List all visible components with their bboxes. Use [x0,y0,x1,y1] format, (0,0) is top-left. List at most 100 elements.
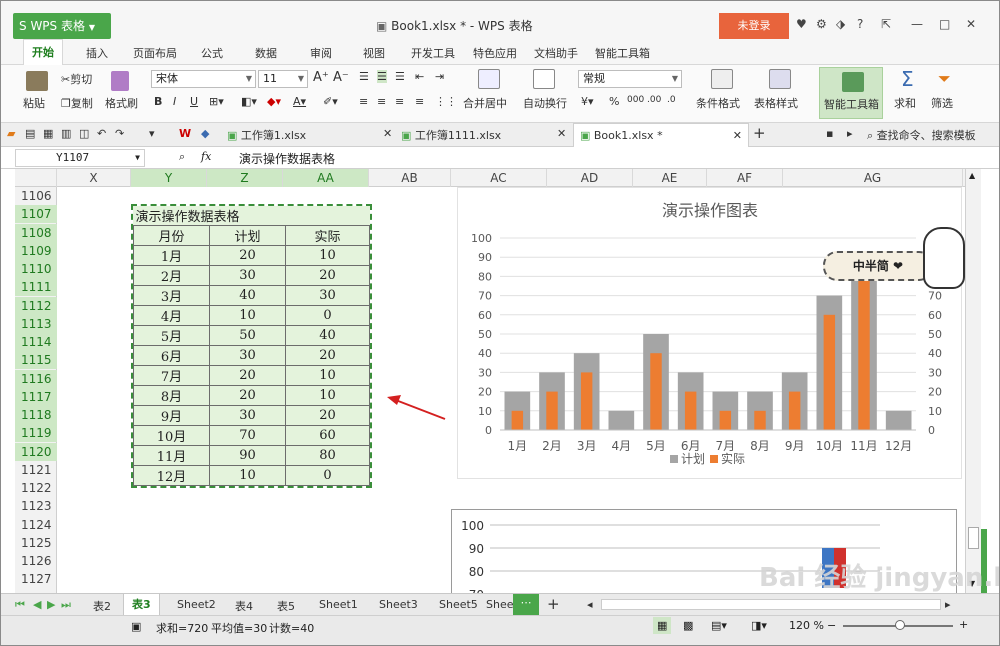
tab-review[interactable]: 审阅 [310,45,332,61]
col-header-X[interactable]: X [57,169,131,187]
thousands-icon[interactable]: 000 [627,95,644,105]
zoom-level[interactable]: 120 % [789,619,824,632]
hscroll-right-icon[interactable]: ▸ [945,598,951,611]
fill-bucket-icon[interactable]: ◆▾ [267,95,281,108]
zoom-slider[interactable] [843,620,953,630]
paste-button[interactable]: 粘贴 [23,95,45,111]
table-cell[interactable]: 20 [209,365,286,386]
table-title[interactable]: 演示操作数据表格 [133,206,370,226]
table-cell[interactable]: 4月 [133,305,210,326]
normal-view-icon[interactable]: ▦ [653,617,672,634]
cloud-icon[interactable]: ◆ [201,127,209,140]
table-cell[interactable]: 0 [285,465,370,486]
decrease-font-icon[interactable]: A⁻ [333,70,349,85]
sheet-tab-sheet2[interactable]: Sheet2 [177,598,216,611]
spreadsheet-grid[interactable]: X Y Z AA AB AC AD AE AF AG 1106 1107 1108 1… [1,169,999,609]
align-left-icon[interactable]: ≡ [359,95,368,108]
header-cell-month[interactable]: 月份 [133,225,210,246]
table-cell[interactable]: 50 [209,325,286,346]
wrap-text-button[interactable]: 自动换行 [523,95,567,111]
increase-font-icon[interactable]: A⁺ [313,70,329,85]
underline-button[interactable]: U [190,95,198,108]
col-header-AG[interactable]: AG [783,169,963,187]
row-header[interactable]: 1113 [15,314,57,333]
select-all-corner[interactable] [15,169,57,187]
row-header[interactable]: 1109 [15,241,57,260]
folder-icon[interactable]: ▰ [7,127,15,140]
print-icon[interactable]: ▥ [61,127,71,140]
table-cell[interactable]: 5月 [133,325,210,346]
percent-button[interactable]: % [609,95,619,108]
doc-tab-workbook1111[interactable]: ▣ 工作簿1111.xlsx [401,127,501,143]
sheet-nav-next-icon[interactable]: ▶ [47,598,55,611]
scroll-up-icon[interactable]: ▲ [969,171,975,180]
table-cell[interactable]: 10 [285,365,370,386]
table-cell[interactable]: 0 [285,305,370,326]
table-cell[interactable]: 3月 [133,285,210,306]
format-painter-button[interactable]: 格式刷 [105,95,138,111]
font-size-select[interactable]: 11 ▼ [258,70,308,88]
table-cell[interactable]: 10 [285,385,370,406]
tab-data[interactable]: 数据 [255,45,277,61]
page-break-view-icon[interactable]: ▩ [683,619,693,632]
sheet-tab-biao5[interactable]: 表5 [277,598,295,614]
tab-page-layout[interactable]: 页面布局 [133,45,177,61]
help-icon[interactable]: ? [857,17,863,31]
table-cell[interactable]: 40 [285,325,370,346]
zoom-in-icon[interactable]: + [959,618,968,631]
sheet-tab-sheet1[interactable]: Sheet1 [319,598,358,611]
row-header[interactable]: 1107 [15,205,57,224]
remove-decimal-icon[interactable]: .0 [667,95,676,105]
indent-decrease-icon[interactable]: ⇤ [415,70,424,83]
table-cell[interactable]: 20 [285,345,370,366]
table-cell[interactable]: 7月 [133,365,210,386]
font-select[interactable]: 宋体 ▼ [151,70,256,88]
hscroll-left-icon[interactable]: ◂ [587,598,593,611]
table-cell[interactable]: 30 [209,405,286,426]
window-mode-icon[interactable]: ⇱ [881,17,891,31]
table-cell[interactable]: 8月 [133,385,210,406]
font-color-icon[interactable]: A▾ [293,95,306,108]
row-header[interactable]: 1127 [15,570,57,588]
table-cell[interactable]: 20 [285,405,370,426]
brush-icon[interactable] [111,71,129,91]
name-box[interactable]: Y1107 ▼ [15,149,145,167]
sheet-tab-sheet5[interactable]: Sheet5 [439,598,478,611]
row-header[interactable]: 1108 [15,223,57,242]
login-button[interactable]: 未登录 [719,13,789,39]
undo-icon[interactable]: ↶ [97,127,106,140]
conditional-format-button[interactable]: 条件格式 [696,95,740,111]
maximize-button[interactable]: □ [939,17,950,31]
header-cell-actual[interactable]: 实际 [285,225,370,246]
row-header[interactable]: 1114 [15,333,57,351]
sheet-tab-biao2[interactable]: 表2 [93,598,111,614]
row-header[interactable]: 1106 [15,187,57,205]
table-cell[interactable]: 12月 [133,465,210,486]
feedback-icon[interactable]: ▸ [847,127,853,140]
border-icon[interactable]: ⊞▾ [209,95,224,108]
wps-app-menu-button[interactable]: S WPS 表格 ▼ [13,13,111,39]
row-header[interactable]: 1111 [15,278,57,297]
table-cell[interactable]: 20 [209,245,286,266]
tab-doc-assistant[interactable]: 文档助手 [534,45,578,61]
add-sheet-icon[interactable]: + [547,595,560,613]
table-cell[interactable]: 60 [285,425,370,446]
table-style-button[interactable]: 表格样式 [754,95,798,111]
sheet-tab-sheet3[interactable]: Sheet3 [379,598,418,611]
row-header[interactable]: 1126 [15,552,57,570]
table-cell[interactable]: 10 [285,245,370,266]
add-decimal-icon[interactable]: .00 [647,95,661,105]
align-right-icon[interactable]: ≡ [395,95,404,108]
tab-features[interactable]: 特色应用 [473,45,517,61]
col-header-AE[interactable]: AE [633,169,707,187]
sheet-tab-biao4[interactable]: 表4 [235,598,253,614]
col-header-AD[interactable]: AD [547,169,633,187]
col-header-AA[interactable]: AA [283,169,369,187]
table-cell[interactable]: 10 [209,465,286,486]
table-cell[interactable]: 30 [285,285,370,306]
skin-icon[interactable]: ♥ [796,17,807,31]
italic-button[interactable]: I [173,95,176,108]
align-top-icon[interactable]: ☰ [359,70,369,83]
paste-icon[interactable] [26,71,48,91]
sheet-tab-biao3[interactable]: 表3 [123,594,160,616]
